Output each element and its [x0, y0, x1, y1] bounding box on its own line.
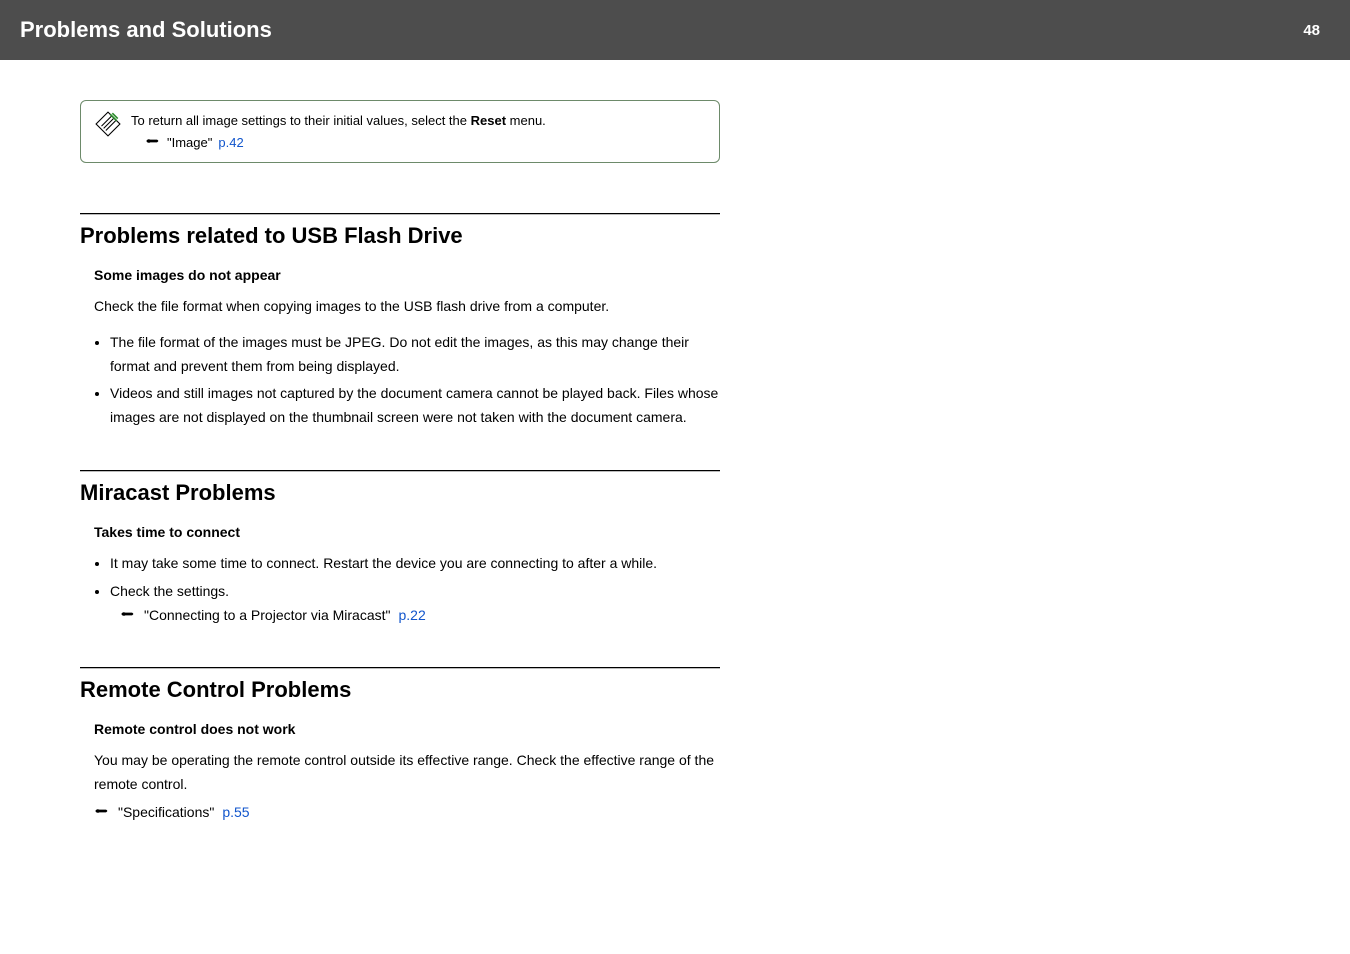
page-title: Problems and Solutions	[20, 17, 272, 43]
subhead-miracast: Takes time to connect	[80, 524, 720, 540]
tip-crossref: "Image" p.42	[145, 133, 546, 153]
list-item: It may take some time to connect. Restar…	[110, 552, 720, 576]
para-remote: You may be operating the remote control …	[80, 749, 720, 797]
list-item-text: Check the settings.	[110, 583, 229, 599]
list-item: Videos and still images not captured by …	[110, 382, 720, 430]
crossref-page-link[interactable]: p.22	[399, 604, 426, 628]
subhead-remote: Remote control does not work	[80, 721, 720, 737]
crossref-page-link[interactable]: p.55	[222, 801, 249, 825]
pointer-icon	[120, 604, 136, 628]
crossref-miracast: "Connecting to a Projector via Miracast"…	[120, 604, 720, 628]
divider	[80, 213, 720, 215]
subhead-usb: Some images do not appear	[80, 267, 720, 283]
crossref-label: "Connecting to a Projector via Miracast"	[144, 604, 391, 628]
crossref-label: "Specifications"	[118, 801, 214, 825]
tip-text-after: menu.	[506, 113, 546, 128]
tip-link-page[interactable]: p.42	[218, 133, 243, 153]
pointer-icon	[94, 801, 110, 825]
section-title-miracast: Miracast Problems	[80, 480, 720, 506]
bullets-miracast: It may take some time to connect. Restar…	[80, 552, 720, 627]
list-item: The file format of the images must be JP…	[110, 331, 720, 379]
para-usb: Check the file format when copying image…	[80, 295, 720, 319]
tip-text: To return all image settings to their in…	[131, 111, 546, 152]
list-item: Check the settings. "Connecting to a Pro…	[110, 580, 720, 628]
tip-icon	[95, 111, 121, 152]
header-bar: Problems and Solutions 48	[0, 0, 1350, 60]
tip-text-bold: Reset	[471, 113, 506, 128]
content-area: To return all image settings to their in…	[0, 60, 720, 825]
pointer-icon	[145, 133, 161, 153]
bullets-usb: The file format of the images must be JP…	[80, 331, 720, 430]
tip-link-label: "Image"	[167, 133, 212, 153]
divider	[80, 667, 720, 669]
tip-text-before: To return all image settings to their in…	[131, 113, 471, 128]
divider	[80, 470, 720, 472]
tip-box: To return all image settings to their in…	[80, 100, 720, 163]
crossref-remote: "Specifications" p.55	[80, 801, 720, 825]
section-title-usb: Problems related to USB Flash Drive	[80, 223, 720, 249]
section-title-remote: Remote Control Problems	[80, 677, 720, 703]
page-number: 48	[1303, 22, 1320, 39]
